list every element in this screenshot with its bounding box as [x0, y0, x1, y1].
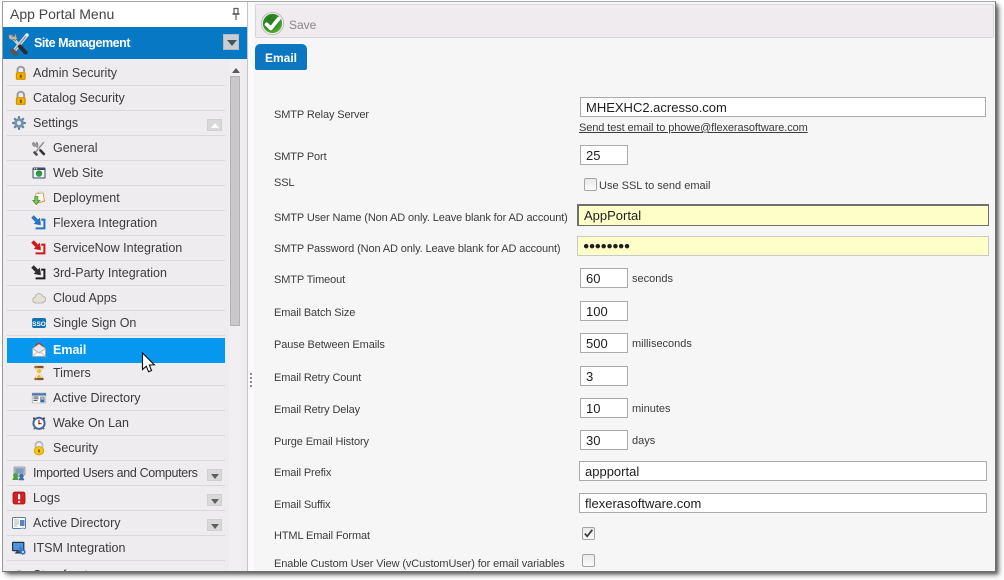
- svg-text:SSO: SSO: [32, 321, 46, 328]
